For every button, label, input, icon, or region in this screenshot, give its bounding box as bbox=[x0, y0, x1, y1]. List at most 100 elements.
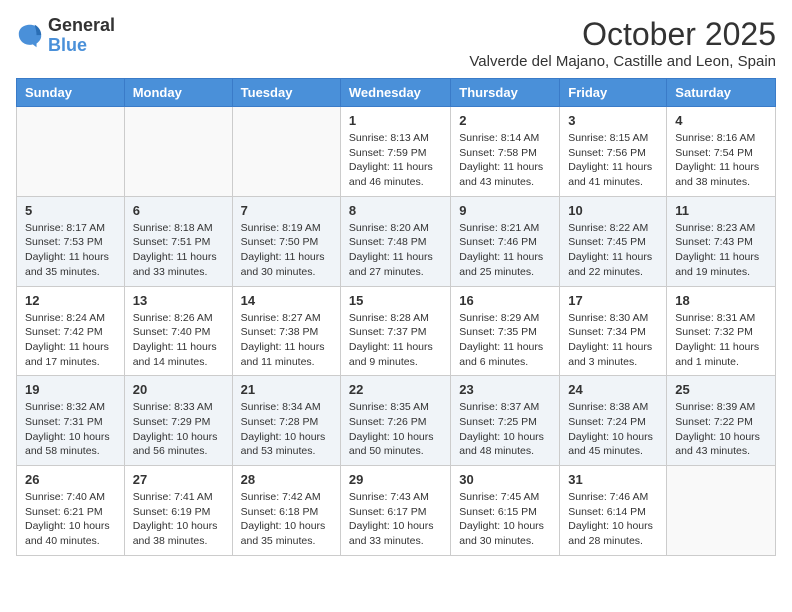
calendar-day-cell: 5Sunrise: 8:17 AM Sunset: 7:53 PM Daylig… bbox=[17, 196, 125, 286]
day-info: Sunrise: 8:22 AM Sunset: 7:45 PM Dayligh… bbox=[568, 221, 658, 280]
logo: General Blue bbox=[16, 16, 115, 56]
day-number: 4 bbox=[675, 113, 767, 128]
calendar-day-cell bbox=[124, 107, 232, 197]
logo-icon bbox=[16, 22, 44, 50]
calendar-day-cell: 1 Sunrise: 8:13 AM Sunset: 7:59 PM Daylig… bbox=[340, 107, 450, 197]
day-number: 23 bbox=[459, 382, 551, 397]
calendar-day-cell: 26Sunrise: 7:40 AM Sunset: 6:21 PM Dayli… bbox=[17, 466, 125, 556]
calendar-day-cell bbox=[232, 107, 340, 197]
day-number: 17 bbox=[568, 293, 658, 308]
weekday-header: Monday bbox=[124, 79, 232, 107]
calendar-day-cell: 19Sunrise: 8:32 AM Sunset: 7:31 PM Dayli… bbox=[17, 376, 125, 466]
calendar-day-cell: 29 Sunrise: 7:43 AM Sunset: 6:17 PM Dayli… bbox=[340, 466, 450, 556]
calendar-day-cell: 30 Sunrise: 7:45 AM Sunset: 6:15 PM Dayli… bbox=[451, 466, 560, 556]
day-number: 9 bbox=[459, 203, 551, 218]
calendar-day-cell: 25Sunrise: 8:39 AM Sunset: 7:22 PM Dayli… bbox=[667, 376, 776, 466]
location-subtitle: Valverde del Majano, Castille and Leon, … bbox=[469, 53, 776, 70]
day-number: 22 bbox=[349, 382, 442, 397]
day-info: Sunrise: 8:15 AM Sunset: 7:56 PM Dayligh… bbox=[568, 131, 658, 190]
day-number: 1 bbox=[349, 113, 442, 128]
calendar-day-cell: 4 Sunrise: 8:16 AM Sunset: 7:54 PM Daylig… bbox=[667, 107, 776, 197]
calendar-week-row: 19Sunrise: 8:32 AM Sunset: 7:31 PM Dayli… bbox=[17, 376, 776, 466]
day-info: Sunrise: 8:16 AM Sunset: 7:54 PM Dayligh… bbox=[675, 131, 767, 190]
calendar-week-row: 26Sunrise: 7:40 AM Sunset: 6:21 PM Dayli… bbox=[17, 466, 776, 556]
day-number: 7 bbox=[241, 203, 332, 218]
calendar-day-cell: 24 Sunrise: 8:38 AM Sunset: 7:24 PM Dayli… bbox=[560, 376, 667, 466]
day-number: 24 bbox=[568, 382, 658, 397]
calendar-day-cell: 27Sunrise: 7:41 AM Sunset: 6:19 PM Dayli… bbox=[124, 466, 232, 556]
calendar-day-cell: 10 Sunrise: 8:22 AM Sunset: 7:45 PM Dayli… bbox=[560, 196, 667, 286]
day-number: 3 bbox=[568, 113, 658, 128]
weekday-header: Sunday bbox=[17, 79, 125, 107]
day-info: Sunrise: 7:42 AM Sunset: 6:18 PM Dayligh… bbox=[241, 490, 332, 549]
calendar-table: SundayMondayTuesdayWednesdayThursdayFrid… bbox=[16, 78, 776, 556]
weekday-header-row: SundayMondayTuesdayWednesdayThursdayFrid… bbox=[17, 79, 776, 107]
day-info: Sunrise: 8:35 AM Sunset: 7:26 PM Dayligh… bbox=[349, 400, 442, 459]
day-number: 12 bbox=[25, 293, 116, 308]
day-info: Sunrise: 8:23 AM Sunset: 7:43 PM Dayligh… bbox=[675, 221, 767, 280]
calendar-day-cell: 12 Sunrise: 8:24 AM Sunset: 7:42 PM Dayli… bbox=[17, 286, 125, 376]
calendar-day-cell: 8Sunrise: 8:20 AM Sunset: 7:48 PM Daylig… bbox=[340, 196, 450, 286]
day-number: 21 bbox=[241, 382, 332, 397]
day-info: Sunrise: 8:29 AM Sunset: 7:35 PM Dayligh… bbox=[459, 311, 551, 370]
calendar-day-cell: 17 Sunrise: 8:30 AM Sunset: 7:34 PM Dayli… bbox=[560, 286, 667, 376]
day-info: Sunrise: 8:26 AM Sunset: 7:40 PM Dayligh… bbox=[133, 311, 224, 370]
calendar-day-cell: 14 Sunrise: 8:27 AM Sunset: 7:38 PM Dayli… bbox=[232, 286, 340, 376]
day-number: 29 bbox=[349, 472, 442, 487]
weekday-header: Saturday bbox=[667, 79, 776, 107]
day-info: Sunrise: 7:40 AM Sunset: 6:21 PM Dayligh… bbox=[25, 490, 116, 549]
day-number: 5 bbox=[25, 203, 116, 218]
day-info: Sunrise: 8:19 AM Sunset: 7:50 PM Dayligh… bbox=[241, 221, 332, 280]
weekday-header: Friday bbox=[560, 79, 667, 107]
day-info: Sunrise: 8:33 AM Sunset: 7:29 PM Dayligh… bbox=[133, 400, 224, 459]
month-title: October 2025 bbox=[469, 16, 776, 53]
calendar-day-cell: 15 Sunrise: 8:28 AM Sunset: 7:37 PM Dayli… bbox=[340, 286, 450, 376]
day-info: Sunrise: 8:28 AM Sunset: 7:37 PM Dayligh… bbox=[349, 311, 442, 370]
day-info: Sunrise: 8:34 AM Sunset: 7:28 PM Dayligh… bbox=[241, 400, 332, 459]
day-number: 30 bbox=[459, 472, 551, 487]
calendar-day-cell bbox=[667, 466, 776, 556]
calendar-day-cell: 7 Sunrise: 8:19 AM Sunset: 7:50 PM Daylig… bbox=[232, 196, 340, 286]
day-number: 14 bbox=[241, 293, 332, 308]
day-info: Sunrise: 8:24 AM Sunset: 7:42 PM Dayligh… bbox=[25, 311, 116, 370]
day-info: Sunrise: 8:30 AM Sunset: 7:34 PM Dayligh… bbox=[568, 311, 658, 370]
calendar-day-cell: 18 Sunrise: 8:31 AM Sunset: 7:32 PM Dayli… bbox=[667, 286, 776, 376]
day-number: 31 bbox=[568, 472, 658, 487]
weekday-header: Tuesday bbox=[232, 79, 340, 107]
day-info: Sunrise: 8:18 AM Sunset: 7:51 PM Dayligh… bbox=[133, 221, 224, 280]
day-number: 11 bbox=[675, 203, 767, 218]
calendar-day-cell: 2Sunrise: 8:14 AM Sunset: 7:58 PM Daylig… bbox=[451, 107, 560, 197]
calendar-day-cell: 21 Sunrise: 8:34 AM Sunset: 7:28 PM Dayli… bbox=[232, 376, 340, 466]
day-number: 15 bbox=[349, 293, 442, 308]
day-info: Sunrise: 8:38 AM Sunset: 7:24 PM Dayligh… bbox=[568, 400, 658, 459]
calendar-day-cell: 23Sunrise: 8:37 AM Sunset: 7:25 PM Dayli… bbox=[451, 376, 560, 466]
calendar-day-cell: 13 Sunrise: 8:26 AM Sunset: 7:40 PM Dayli… bbox=[124, 286, 232, 376]
day-number: 8 bbox=[349, 203, 442, 218]
day-number: 16 bbox=[459, 293, 551, 308]
day-info: Sunrise: 8:27 AM Sunset: 7:38 PM Dayligh… bbox=[241, 311, 332, 370]
calendar-day-cell: 22 Sunrise: 8:35 AM Sunset: 7:26 PM Dayli… bbox=[340, 376, 450, 466]
weekday-header: Wednesday bbox=[340, 79, 450, 107]
day-info: Sunrise: 8:14 AM Sunset: 7:58 PM Dayligh… bbox=[459, 131, 551, 190]
page-header: General Blue October 2025 Valverde del M… bbox=[16, 16, 776, 70]
day-info: Sunrise: 8:21 AM Sunset: 7:46 PM Dayligh… bbox=[459, 221, 551, 280]
day-number: 28 bbox=[241, 472, 332, 487]
logo-text: General Blue bbox=[48, 16, 115, 56]
day-number: 20 bbox=[133, 382, 224, 397]
day-info: Sunrise: 7:43 AM Sunset: 6:17 PM Dayligh… bbox=[349, 490, 442, 549]
calendar-day-cell: 9 Sunrise: 8:21 AM Sunset: 7:46 PM Daylig… bbox=[451, 196, 560, 286]
calendar-day-cell: 16 Sunrise: 8:29 AM Sunset: 7:35 PM Dayli… bbox=[451, 286, 560, 376]
day-info: Sunrise: 8:13 AM Sunset: 7:59 PM Dayligh… bbox=[349, 131, 442, 190]
day-number: 25 bbox=[675, 382, 767, 397]
calendar-day-cell: 6 Sunrise: 8:18 AM Sunset: 7:51 PM Daylig… bbox=[124, 196, 232, 286]
calendar-day-cell: 3 Sunrise: 8:15 AM Sunset: 7:56 PM Daylig… bbox=[560, 107, 667, 197]
day-number: 10 bbox=[568, 203, 658, 218]
calendar-day-cell bbox=[17, 107, 125, 197]
day-info: Sunrise: 8:31 AM Sunset: 7:32 PM Dayligh… bbox=[675, 311, 767, 370]
day-number: 13 bbox=[133, 293, 224, 308]
calendar-day-cell: 28 Sunrise: 7:42 AM Sunset: 6:18 PM Dayli… bbox=[232, 466, 340, 556]
day-number: 18 bbox=[675, 293, 767, 308]
day-info: Sunrise: 7:45 AM Sunset: 6:15 PM Dayligh… bbox=[459, 490, 551, 549]
day-number: 6 bbox=[133, 203, 224, 218]
day-info: Sunrise: 7:46 AM Sunset: 6:14 PM Dayligh… bbox=[568, 490, 658, 549]
